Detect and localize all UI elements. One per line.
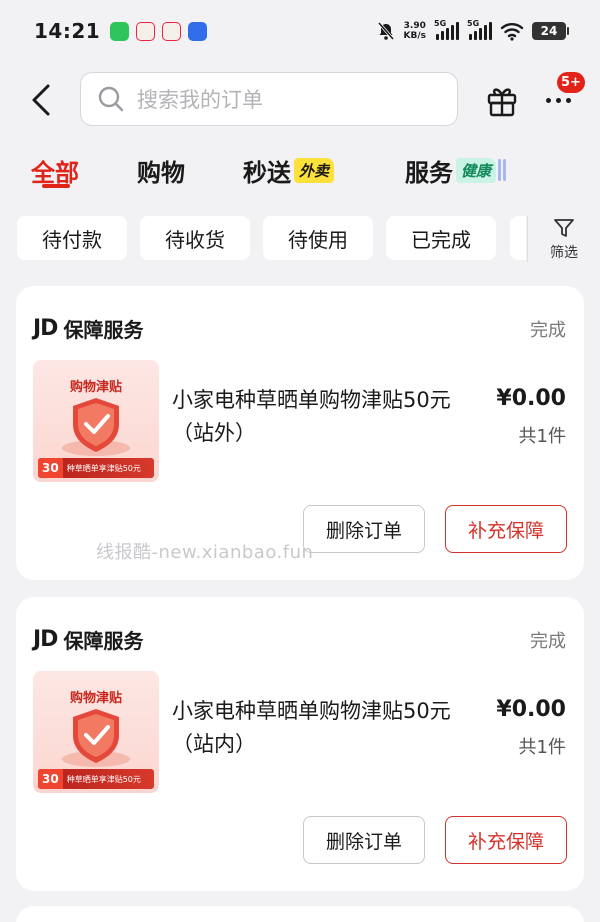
app-icon bbox=[188, 21, 208, 41]
status-right: 3.90 KB/s 5G 5G 24 bbox=[376, 19, 569, 41]
chevron-left-icon bbox=[32, 84, 50, 116]
shop-header[interactable]: JD 保障服务 bbox=[33, 314, 143, 343]
tag-stripes bbox=[498, 159, 507, 181]
jd-logo: JD bbox=[33, 316, 58, 341]
status-time: 14:21 bbox=[34, 19, 101, 43]
search-icon bbox=[98, 86, 124, 112]
tab-service[interactable]: 服务 健康 bbox=[405, 148, 507, 192]
product-title[interactable]: 小家电种草晒单购物津贴50元（站内） bbox=[172, 695, 492, 761]
thumbnail-ribbon: 30 种草晒单享津贴50元 bbox=[38, 458, 154, 478]
status-bar: 14:21 3.90 KB/s 5G 5G 24 bbox=[0, 0, 600, 62]
order-status: 完成 bbox=[530, 320, 566, 341]
order-price: ¥0.00 bbox=[496, 697, 566, 722]
more-dots-icon bbox=[545, 97, 551, 103]
wechat-icon bbox=[110, 21, 130, 41]
main-tabs: 全部 购物 秒送 外卖 服务 健康 bbox=[0, 148, 600, 200]
jd-logo: JD bbox=[33, 627, 58, 652]
network-speed: 3.90 KB/s bbox=[403, 21, 426, 41]
back-button[interactable] bbox=[26, 82, 56, 118]
shop-header[interactable]: JD 保障服务 bbox=[33, 625, 143, 654]
order-status: 完成 bbox=[530, 631, 566, 652]
gift-icon bbox=[487, 88, 517, 117]
status-app-icons bbox=[110, 21, 208, 41]
notification-badge: 5+ bbox=[557, 72, 585, 93]
health-tag: 健康 bbox=[456, 157, 497, 183]
filter-button[interactable]: 筛选 bbox=[540, 216, 588, 262]
takeout-tag: 外卖 bbox=[294, 157, 335, 183]
battery-icon: 24 bbox=[532, 22, 569, 40]
shop-name: 保障服务 bbox=[63, 629, 144, 653]
active-tab-indicator bbox=[42, 184, 70, 188]
tab-shopping[interactable]: 购物 bbox=[137, 148, 185, 192]
app-icon bbox=[136, 21, 156, 41]
order-quantity: 共1件 bbox=[518, 426, 566, 447]
filter-pending-payment[interactable]: 待付款 bbox=[17, 216, 127, 260]
filter-chip-partial[interactable] bbox=[510, 216, 526, 260]
delete-order-button[interactable]: 删除订单 bbox=[303, 816, 425, 864]
product-thumbnail[interactable]: 购物津贴 30 种草晒单享津贴50元 bbox=[33, 360, 159, 482]
wifi-icon bbox=[500, 23, 524, 41]
order-card[interactable]: JD 保障服务 完成 购物津贴 30 种草晒单享津贴50元 小家电种草晒单购物津… bbox=[16, 286, 584, 580]
signal-icon: 5G bbox=[467, 19, 492, 40]
product-thumbnail[interactable]: 购物津贴 30 种草晒单享津贴50元 bbox=[33, 671, 159, 793]
tab-instant-delivery[interactable]: 秒送 外卖 bbox=[243, 148, 335, 192]
delete-order-button[interactable]: 删除订单 bbox=[303, 505, 425, 553]
shop-name: 保障服务 bbox=[63, 318, 144, 342]
filter-completed[interactable]: 已完成 bbox=[386, 216, 496, 260]
add-insurance-button[interactable]: 补充保障 bbox=[445, 505, 567, 553]
thumbnail-ribbon: 30 种草晒单享津贴50元 bbox=[38, 769, 154, 789]
product-title[interactable]: 小家电种草晒单购物津贴50元（站外） bbox=[172, 384, 492, 450]
header: 搜索我的订单 bbox=[0, 72, 600, 128]
gift-button[interactable] bbox=[484, 82, 520, 118]
app-icon bbox=[162, 21, 182, 41]
filter-bar: 待付款 待收货 待使用 已完成 筛选 bbox=[0, 216, 600, 262]
order-price: ¥0.00 bbox=[496, 386, 566, 411]
search-placeholder: 搜索我的订单 bbox=[137, 88, 263, 112]
add-insurance-button[interactable]: 补充保障 bbox=[445, 816, 567, 864]
filter-divider bbox=[527, 216, 528, 262]
order-card-partial[interactable] bbox=[16, 906, 584, 922]
filter-pending-receipt[interactable]: 待收货 bbox=[140, 216, 250, 260]
signal-icon: 5G bbox=[434, 19, 459, 40]
order-quantity: 共1件 bbox=[518, 737, 566, 758]
mute-bell-icon bbox=[377, 22, 394, 40]
order-card[interactable]: JD 保障服务 完成 购物津贴 30 种草晒单享津贴50元 小家电种草晒单购物津… bbox=[16, 597, 584, 891]
search-input[interactable]: 搜索我的订单 bbox=[80, 72, 458, 126]
watermark: 线报酷-new.xianbao.fun bbox=[96, 542, 314, 563]
filter-pending-use[interactable]: 待使用 bbox=[263, 216, 373, 260]
funnel-icon bbox=[554, 219, 574, 237]
